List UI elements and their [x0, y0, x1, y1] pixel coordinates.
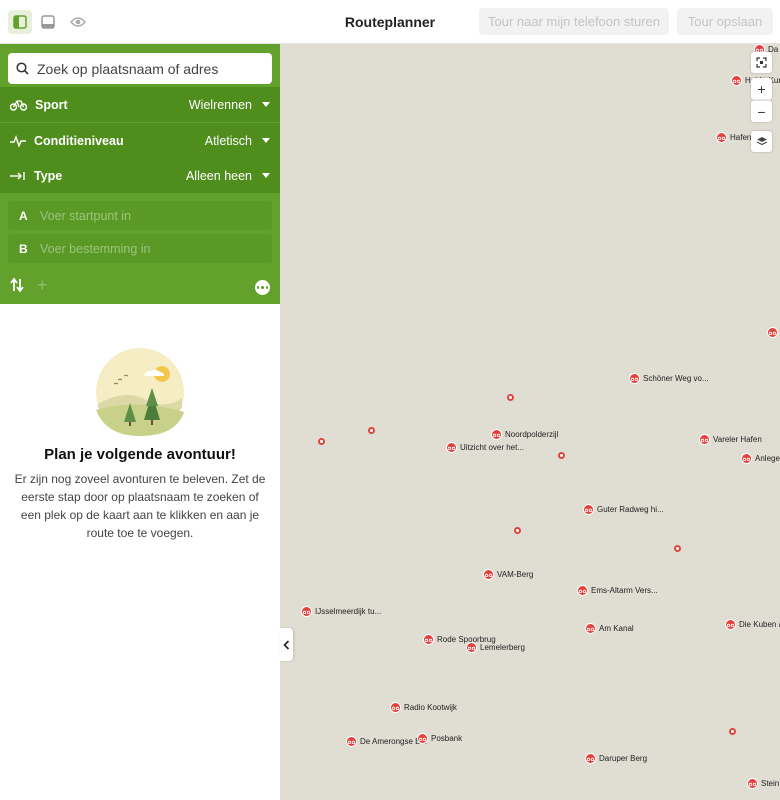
map-point[interactable] — [674, 545, 681, 552]
map-marker[interactable]: Guter Radweg hi... — [583, 504, 664, 515]
search-icon — [16, 62, 29, 75]
page-title: Routeplanner — [344, 14, 436, 30]
start-placeholder: Voer startpunt in — [40, 208, 132, 223]
swap-points-icon[interactable] — [10, 277, 24, 298]
pulse-icon — [10, 134, 26, 147]
map-marker[interactable]: Vareler Hafen — [699, 434, 762, 445]
fitness-label: Conditieniveau — [34, 133, 124, 148]
destination-letter: B — [19, 241, 28, 256]
map-point[interactable] — [507, 394, 514, 401]
chevron-down-icon — [262, 138, 270, 143]
arrow-to-icon — [10, 171, 25, 180]
start-point-field[interactable]: A Voer startpunt in — [8, 201, 272, 230]
eye-icon[interactable] — [66, 10, 90, 34]
search-placeholder: Zoek op plaatsnaam of adres — [37, 60, 219, 77]
map-point[interactable] — [558, 452, 565, 459]
zoom-out-button[interactable]: − — [751, 100, 772, 122]
map-point[interactable] — [729, 728, 736, 735]
collapse-sidebar-button[interactable] — [280, 628, 293, 661]
sport-value: Wielrennen — [188, 97, 252, 112]
chevron-left-icon — [283, 639, 290, 650]
map-marker[interactable]: Radio Kootwijk — [390, 702, 457, 713]
map-marker[interactable]: Hafen — [716, 132, 751, 143]
zoom-in-button[interactable]: + — [751, 78, 772, 100]
map-marker[interactable] — [767, 327, 780, 338]
type-select[interactable]: Type Alleen heen — [0, 158, 280, 193]
map[interactable]: Da Heide-Kurz Hafen Schöner Weg vo... No… — [280, 44, 780, 800]
empty-state-text: Er zijn nog zoveel avonturen te beleven.… — [14, 472, 266, 540]
map-marker[interactable]: Die Kuben a — [725, 619, 780, 630]
map-marker[interactable]: Noordpolderzijl — [491, 429, 558, 440]
map-marker[interactable]: Anlege — [741, 453, 780, 464]
map-marker[interactable]: IJsselmeerdijk tu... — [301, 606, 381, 617]
map-marker[interactable]: VAM-Berg — [483, 569, 533, 580]
sport-label: Sport — [35, 97, 68, 112]
sidebar-toggle-icon[interactable] — [8, 10, 32, 34]
sidebar: Zoek op plaatsnaam of adres Sport Wielre… — [0, 44, 280, 800]
bottom-panel-icon[interactable] — [36, 10, 60, 34]
more-options-icon[interactable] — [255, 280, 270, 295]
search-input[interactable]: Zoek op plaatsnaam of adres — [8, 53, 272, 84]
chevron-down-icon — [262, 173, 270, 178]
destination-field[interactable]: B Voer bestemming in — [8, 234, 272, 263]
type-label: Type — [34, 168, 63, 183]
map-marker[interactable]: Ems-Altarm Vers... — [577, 585, 658, 596]
adventure-illustration — [96, 348, 184, 441]
map-point[interactable] — [514, 527, 521, 534]
map-marker[interactable]: Posbank — [417, 733, 462, 744]
sport-select[interactable]: Sport Wielrennen — [0, 87, 280, 122]
route-form: Zoek op plaatsnaam of adres Sport Wielre… — [0, 44, 280, 304]
layers-icon[interactable] — [751, 131, 772, 152]
add-waypoint-icon[interactable]: + — [37, 276, 48, 294]
save-tour-button[interactable]: Tour opslaan — [677, 8, 773, 35]
chevron-down-icon — [262, 102, 270, 107]
fullscreen-icon[interactable] — [751, 52, 772, 73]
fitness-select[interactable]: Conditieniveau Atletisch — [0, 123, 280, 158]
top-bar: Routeplanner Tour naar mijn telefoon stu… — [0, 0, 780, 44]
send-to-phone-button[interactable]: Tour naar mijn telefoon sturen — [479, 8, 669, 35]
type-value: Alleen heen — [185, 168, 252, 183]
map-point[interactable] — [318, 438, 325, 445]
map-marker[interactable]: Lemelerberg — [466, 642, 525, 653]
road-bike-icon — [10, 99, 27, 111]
map-marker[interactable]: Am Kanal — [585, 623, 634, 634]
map-marker[interactable]: Stein — [747, 778, 779, 789]
start-letter: A — [19, 208, 28, 223]
map-marker[interactable]: Schöner Weg vo... — [629, 373, 709, 384]
fitness-value: Atletisch — [204, 133, 252, 148]
empty-state-title: Plan je volgende avontuur! — [44, 446, 236, 463]
destination-placeholder: Voer bestemming in — [40, 241, 151, 256]
map-point[interactable] — [368, 427, 375, 434]
map-marker[interactable]: Uitzicht over het... — [446, 442, 524, 453]
map-marker[interactable]: Daruper Berg — [585, 753, 647, 764]
map-marker[interactable]: De Amerongse B... — [346, 736, 427, 747]
